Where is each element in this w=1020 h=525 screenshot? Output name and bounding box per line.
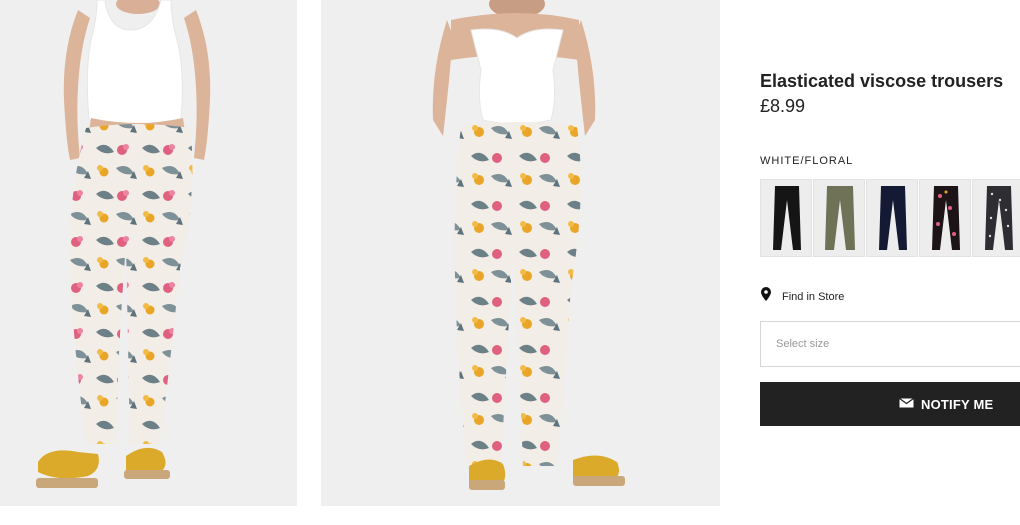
color-swatch-dark-grey-dotted[interactable] [972,179,1020,257]
size-select[interactable]: Select size [760,321,1020,367]
product-photo-back[interactable] [321,0,720,506]
selected-color-name: WHITE/FLORAL [760,155,854,167]
envelope-icon [899,395,914,413]
color-swatch-black-floral[interactable] [919,179,971,257]
find-in-store-link[interactable]: Find in Store [760,287,844,306]
size-select-placeholder: Select size [776,338,830,350]
notify-me-button[interactable]: NOTIFY ME [760,382,1020,426]
color-swatches [760,179,1020,257]
color-swatch-navy[interactable] [866,179,918,257]
product-info-panel: Elasticated viscose trousers £8.99 WHITE… [760,0,1020,525]
notify-me-label: NOTIFY ME [921,396,994,412]
product-photo-front[interactable] [0,0,297,506]
color-swatch-black[interactable] [760,179,812,257]
model-back-image [321,0,720,506]
location-pin-icon [760,287,772,306]
model-front-image [0,0,297,506]
product-price: £8.99 [760,96,806,116]
product-title: Elasticated viscose trousers [760,71,1004,91]
find-in-store-label: Find in Store [782,290,845,303]
color-swatch-khaki[interactable] [813,179,865,257]
